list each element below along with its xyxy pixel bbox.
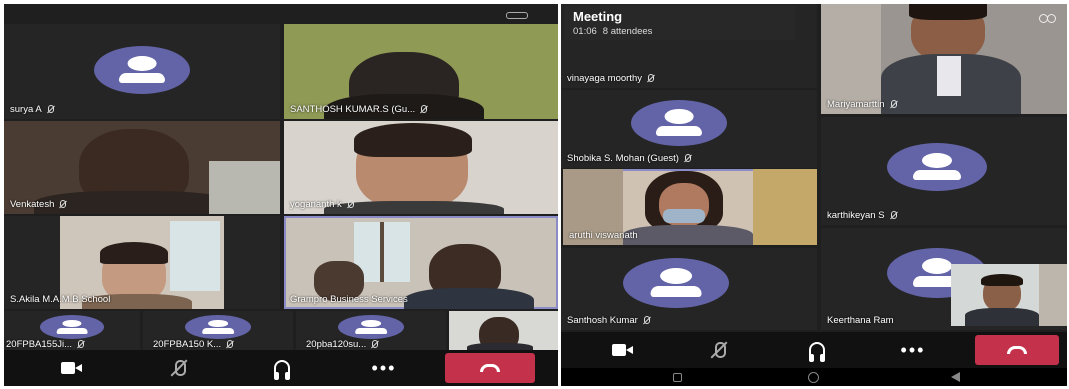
more-options-button[interactable]: ••• xyxy=(893,332,933,368)
meeting-header: Meeting 01:06 8 attendees xyxy=(565,6,795,40)
headset-icon xyxy=(274,360,290,380)
participant-tile-yogananth-k[interactable]: yogananth k xyxy=(284,121,558,214)
participant-tile-aruthi-viswanath[interactable]: aruthi viswanath xyxy=(563,169,817,245)
avatar xyxy=(40,315,104,339)
participant-tile-surya-a[interactable]: surya A xyxy=(4,24,280,119)
microphone-off-icon xyxy=(169,359,189,377)
meeting-duration: 01:06 xyxy=(573,26,597,37)
mic-muted-icon xyxy=(225,340,234,349)
more-options-button[interactable]: ••• xyxy=(364,350,404,386)
participant-name: vinayaga moorthy xyxy=(567,73,642,84)
call-controls-bar: ••• xyxy=(4,350,558,386)
recent-apps-icon[interactable] xyxy=(673,373,682,382)
status-indicator xyxy=(506,12,528,19)
right-call-screen: Meeting 01:06 8 attendees vinayaga moort… xyxy=(561,4,1067,386)
self-video-preview[interactable] xyxy=(951,264,1067,326)
participant-tile-grampro-business-services[interactable]: Grampro Business Services xyxy=(284,216,558,309)
participants-icon[interactable] xyxy=(1039,14,1057,28)
participant-tile-venkatesh[interactable]: Venkatesh xyxy=(4,121,280,214)
participant-tile-shobika-s-mohan[interactable]: Shobika S. Mohan (Guest) xyxy=(561,90,817,168)
participant-tile-s-akila[interactable]: S.Akila M.A.M.B.School xyxy=(4,216,280,309)
attendee-count: 8 attendees xyxy=(602,26,653,37)
system-navigation-bar xyxy=(561,368,1067,386)
participant-name: aruthi viswanath xyxy=(569,230,638,241)
video-camera-icon xyxy=(612,344,634,356)
headset-icon xyxy=(809,342,825,362)
participant-tile-santhosh-kumar[interactable]: SANTHOSH KUMAR.S (Gu... xyxy=(284,24,558,119)
participant-name: 20pba120su... xyxy=(306,339,367,350)
mic-muted-icon xyxy=(889,211,898,220)
participant-tile-20fpba155[interactable]: 20FPBA155Ji... xyxy=(4,311,140,351)
call-controls-bar: ••• xyxy=(561,332,1067,368)
left-call-screen: surya A SANTHOSH KUMAR.S (Gu... Venkates… xyxy=(4,4,558,386)
participant-name: surya A xyxy=(10,104,42,115)
participant-name: S.Akila M.A.M.B.School xyxy=(10,294,111,305)
participant-tile-mariyamarttin[interactable]: Mariyamarttin xyxy=(821,4,1067,114)
participant-name: Shobika S. Mohan (Guest) xyxy=(567,153,679,164)
mic-muted-icon xyxy=(76,340,85,349)
participant-name: Venkatesh xyxy=(10,199,55,210)
participant-tile-20fpba150[interactable]: 20FPBA150 K... xyxy=(143,311,293,351)
audio-button[interactable] xyxy=(797,332,837,368)
self-video-preview[interactable] xyxy=(449,311,558,351)
camera-button[interactable] xyxy=(52,350,92,386)
mic-muted-icon xyxy=(346,200,355,209)
hang-up-button[interactable] xyxy=(975,335,1059,365)
more-options-icon: ••• xyxy=(900,340,926,360)
participant-name: Mariyamarttin xyxy=(827,99,885,110)
microphone-button[interactable] xyxy=(699,332,739,368)
participant-name: karthikeyan S xyxy=(827,210,885,221)
video-camera-icon xyxy=(61,362,83,374)
participant-name: 20FPBA150 K... xyxy=(153,339,222,350)
avatar xyxy=(185,315,251,339)
participant-name: SANTHOSH KUMAR.S (Gu... xyxy=(290,104,416,115)
avatar xyxy=(94,46,190,94)
mic-muted-icon xyxy=(58,200,67,209)
participant-name: yogananth k xyxy=(290,199,342,210)
participant-name: Keerthana Ram xyxy=(827,315,894,326)
camera-button[interactable] xyxy=(603,332,643,368)
meeting-title: Meeting xyxy=(573,9,623,24)
microphone-button[interactable] xyxy=(159,350,199,386)
mic-muted-icon xyxy=(683,154,692,163)
microphone-off-icon xyxy=(709,341,729,359)
mic-muted-icon xyxy=(419,105,428,114)
participant-name: Santhosh Kumar xyxy=(567,315,638,326)
avatar xyxy=(338,315,404,339)
home-icon[interactable] xyxy=(808,372,819,383)
hang-up-icon xyxy=(480,364,500,372)
participant-tile-santhosh-kumar[interactable]: Santhosh Kumar xyxy=(561,248,817,330)
mic-muted-icon xyxy=(370,340,379,349)
mic-muted-icon xyxy=(646,74,655,83)
participant-tile-karthikeyan-s[interactable]: karthikeyan S xyxy=(821,117,1067,225)
hang-up-icon xyxy=(1007,346,1027,354)
back-icon[interactable] xyxy=(951,372,960,382)
avatar xyxy=(623,258,729,308)
more-options-icon: ••• xyxy=(371,358,397,378)
participant-name: 20FPBA155Ji... xyxy=(6,339,73,350)
mic-muted-icon xyxy=(46,105,55,114)
avatar xyxy=(887,143,987,191)
participant-tile-20pba120[interactable]: 20pba120su... xyxy=(296,311,446,351)
mic-muted-icon xyxy=(889,100,898,109)
avatar xyxy=(631,100,727,146)
participant-name: Grampro Business Services xyxy=(290,294,408,305)
mic-muted-icon xyxy=(642,316,651,325)
hang-up-button[interactable] xyxy=(445,353,535,383)
audio-button[interactable] xyxy=(262,350,302,386)
